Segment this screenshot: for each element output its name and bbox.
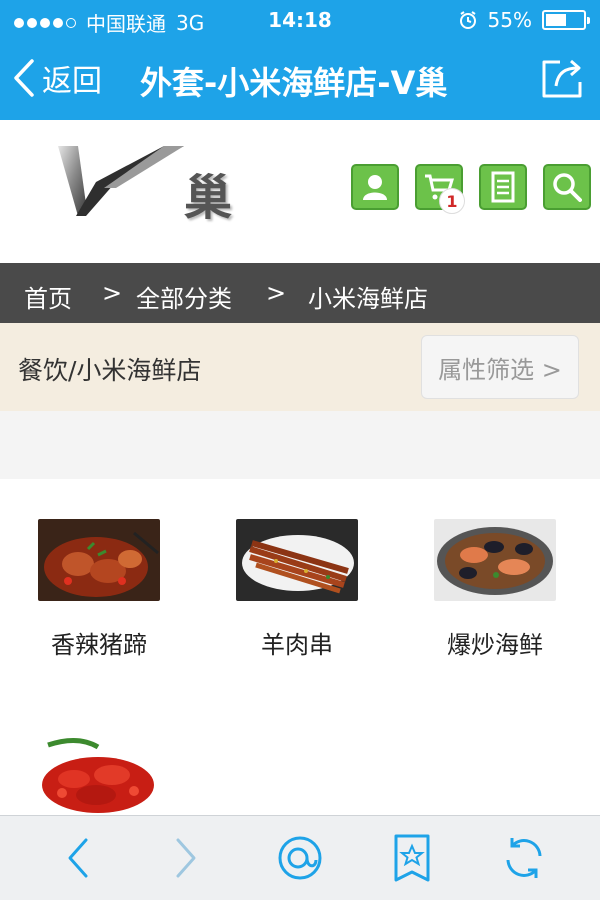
category-row: 餐饮/小米海鲜店 属性筛选 >	[0, 323, 600, 411]
cart-badge: 1	[439, 188, 465, 214]
filter-button[interactable]: 属性筛选 >	[421, 335, 579, 399]
alarm-icon	[459, 11, 476, 29]
breadcrumb-current: 小米海鲜店	[308, 285, 428, 313]
product-name: 爆炒海鲜	[447, 631, 543, 659]
forward-icon[interactable]	[172, 834, 202, 882]
back-label: 返回	[42, 64, 102, 99]
back-button[interactable]: 返回	[12, 56, 102, 100]
v-logo	[58, 146, 184, 216]
product-item[interactable]: 羊肉串	[217, 519, 377, 660]
user-button[interactable]	[351, 164, 399, 210]
category-path: 餐饮/小米海鲜店	[18, 356, 202, 385]
product-item[interactable]: 香辣猪蹄	[19, 519, 179, 660]
logo-char: 巢	[184, 170, 233, 226]
status-right: 55%	[458, 8, 590, 32]
product-thumb	[236, 519, 358, 601]
product-thumb	[38, 735, 160, 817]
product-thumb	[434, 519, 556, 601]
battery-label: 55%	[487, 8, 532, 32]
breadcrumb: 首页 > 全部分类 > 小米海鲜店	[0, 263, 600, 323]
title-bar: 返回 外套-小米海鲜店-V巢	[0, 40, 600, 120]
product-grid: 香辣猪蹄 羊肉串 爆炒海鲜	[0, 479, 600, 817]
page-title: 外套-小米海鲜店-V巢	[140, 64, 448, 102]
share-icon	[542, 59, 582, 98]
breadcrumb-home[interactable]: 首页	[24, 279, 72, 314]
product-name: 香辣猪蹄	[51, 631, 147, 659]
header-row: 巢 1	[0, 120, 600, 263]
bookmark-icon[interactable]	[390, 834, 434, 884]
battery-fill	[546, 14, 566, 26]
breadcrumb-separator: >	[102, 279, 123, 307]
home-icon[interactable]	[274, 834, 326, 882]
user-icon	[363, 175, 387, 200]
top-bar: 中国联通 3G 14:18 55% 返回 外套-小米海鲜店-V巢	[0, 0, 600, 120]
cart-button[interactable]: 1	[415, 164, 465, 214]
browser-toolbar	[0, 815, 600, 900]
breadcrumb-all-categories[interactable]: 全部分类	[136, 279, 232, 314]
orders-button[interactable]	[479, 164, 527, 210]
product-name: 羊肉串	[261, 631, 333, 659]
chevron-left-icon	[14, 59, 34, 97]
product-item[interactable]: 爆炒海鲜	[415, 519, 575, 660]
spacer	[0, 411, 600, 479]
search-icon	[553, 173, 582, 202]
refresh-icon[interactable]	[500, 834, 548, 882]
search-button[interactable]	[543, 164, 591, 210]
battery-icon	[542, 10, 590, 30]
product-thumb	[38, 519, 160, 601]
back-icon[interactable]	[62, 834, 92, 882]
orders-icon	[491, 171, 515, 203]
share-button[interactable]	[538, 54, 586, 106]
status-bar: 中国联通 3G 14:18 55%	[0, 0, 600, 40]
breadcrumb-separator: >	[266, 279, 287, 307]
